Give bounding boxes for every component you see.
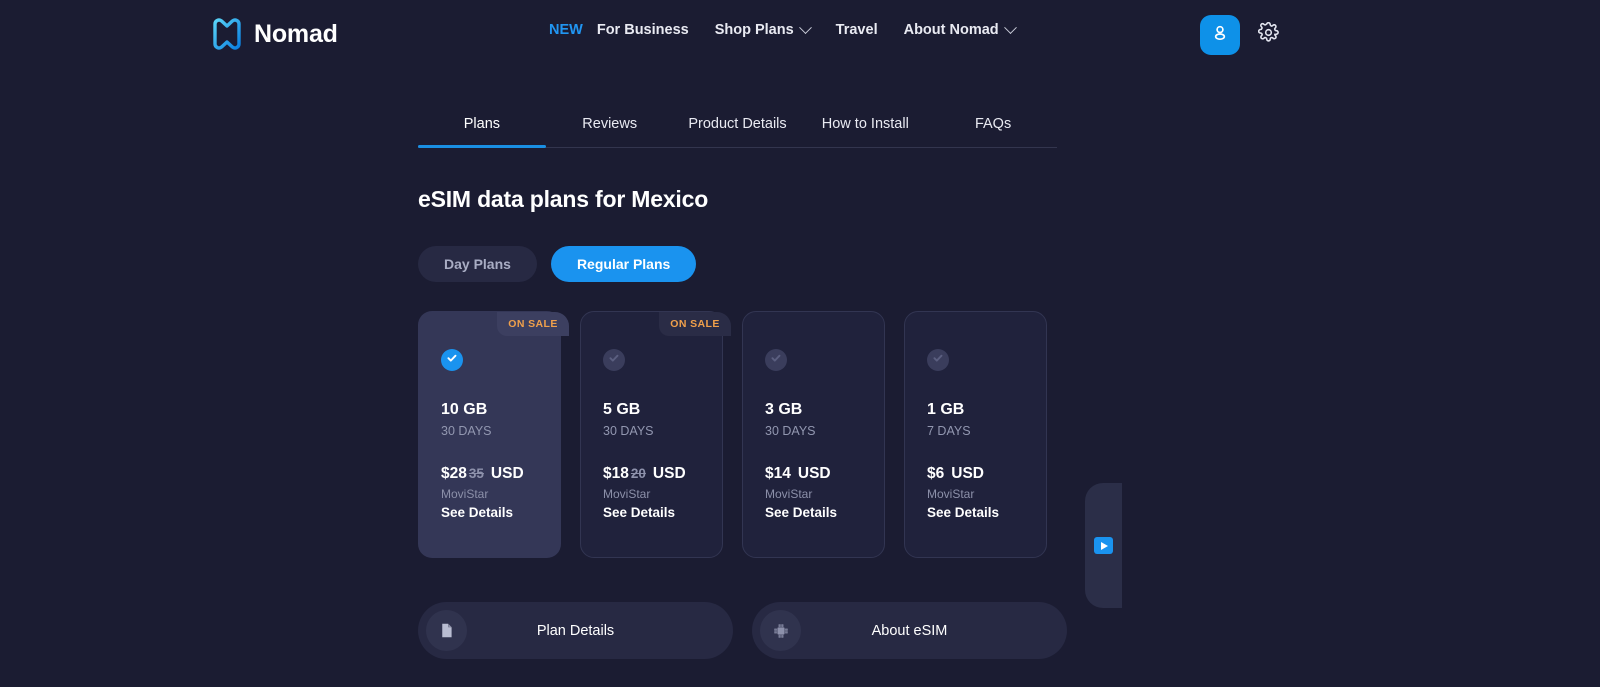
nav-label-for-business: For Business [596,22,689,38]
segment-day-plans[interactable]: Day Plans [418,246,537,282]
play-icon [1094,537,1113,554]
account-button[interactable] [1200,15,1240,55]
about-esim-label: About eSIM [871,622,948,639]
tab-plans[interactable]: Plans [418,106,546,148]
plan-currency: USD [797,465,831,482]
plan-currency: USD [951,465,984,482]
plan-card-list: ON SALE 10 GB 30 DAYS $28 35 USD MoviStar … [418,311,1600,558]
page-content: Plans Reviews Product Details How to Ins… [0,106,1600,659]
plan-card[interactable]: ON SALE 10 GB 30 DAYS $28 35 USD MoviStar … [418,311,569,558]
chevron-down-icon [1003,20,1017,34]
chevron-down-icon [798,20,812,34]
plan-carrier: MoviStar [765,487,813,501]
plan-duration: 30 DAYS [603,424,654,438]
plan-duration: 30 DAYS [765,424,816,438]
plan-data-size: 3 GB [765,401,803,418]
plan-currency: USD [652,465,686,482]
plan-price-original: 20 [630,466,646,481]
nav-item-about-nomad[interactable]: About Nomad [891,20,1028,38]
product-tabs: Plans Reviews Product Details How to Ins… [418,106,1057,148]
plan-select-checkbox[interactable] [765,349,787,371]
check-icon [932,351,944,369]
about-esim-button[interactable]: About eSIM [752,602,1067,659]
status-badge: ON SALE [497,312,569,336]
tab-faqs[interactable]: FAQs [929,106,1057,147]
segment-regular-plans[interactable]: Regular Plans [550,246,697,282]
nav-item-shop-plans[interactable]: Shop Plans [702,20,823,38]
info-button-row: Plan Details About eSIM [418,602,1600,659]
plan-card[interactable]: 3 GB 30 DAYS $14 USD MoviStar See Details [742,311,885,558]
sim-chip-icon [760,610,801,651]
tab-how-to-install[interactable]: How to Install [801,106,929,147]
plan-duration: 7 DAYS [927,424,971,438]
brand-logo[interactable]: Nomad [210,17,338,51]
see-details-link[interactable]: See Details [441,505,513,520]
plan-data-size: 10 GB [441,401,488,418]
check-icon [770,351,782,369]
status-badge: ON SALE [659,312,731,336]
plan-carrier: MoviStar [927,487,975,501]
plan-price: $28 35 USD [441,465,538,483]
tab-product-details[interactable]: Product Details [674,106,802,147]
brand-name: Nomad [254,19,338,48]
tab-reviews[interactable]: Reviews [546,106,674,147]
nav-label-about-nomad: About Nomad [903,22,999,38]
check-icon [608,351,620,369]
document-icon [426,610,467,651]
plan-price-current: $18 [603,465,629,482]
nav-new-badge: NEW [549,22,583,38]
plan-currency: USD [490,465,524,482]
plan-select-checkbox[interactable] [603,349,625,371]
nav-label-travel: Travel [835,22,878,38]
plan-select-checkbox[interactable] [927,349,949,371]
nomad-logo-icon [210,17,244,51]
plan-price-current: $28 [441,465,467,482]
plan-price-current: $14 [765,465,791,482]
plan-data-size: 1 GB [927,401,965,418]
user-icon [1210,23,1230,48]
gear-icon [1257,21,1279,48]
plan-details-button[interactable]: Plan Details [418,602,733,659]
site-header: Nomad NEW For Business Shop Plans Travel… [0,0,1600,68]
nav-item-for-business[interactable]: NEW For Business [549,22,702,38]
video-side-tab[interactable] [1085,483,1122,608]
plan-carrier: MoviStar [441,487,489,501]
page-title: eSIM data plans for Mexico [418,186,709,212]
see-details-link[interactable]: See Details [765,505,837,520]
plan-price-original: 35 [468,466,484,481]
plan-price: $6 USD [927,465,1024,483]
check-icon [446,351,458,369]
plan-price-current: $6 [927,465,945,482]
plan-card[interactable]: ON SALE 5 GB 30 DAYS $18 20 USD MoviStar S… [580,311,731,558]
main-navigation: NEW For Business Shop Plans Travel About… [549,20,1028,38]
plan-duration: 30 DAYS [441,424,492,438]
settings-button[interactable] [1256,21,1280,48]
plan-details-label: Plan Details [536,622,615,639]
plan-price: $14 USD [765,465,862,483]
plan-carrier: MoviStar [603,487,651,501]
nav-item-travel[interactable]: Travel [823,22,891,38]
plan-type-toggle: Day Plans Regular Plans [418,246,1600,282]
see-details-link[interactable]: See Details [603,505,675,520]
plan-select-checkbox[interactable] [441,349,463,371]
nav-label-shop-plans: Shop Plans [714,22,794,38]
plan-data-size: 5 GB [603,401,641,418]
plan-card[interactable]: 1 GB 7 DAYS $6 USD MoviStar See Details [904,311,1047,558]
header-actions [1200,15,1280,55]
plan-price: $18 20 USD [603,465,700,483]
see-details-link[interactable]: See Details [927,505,999,520]
